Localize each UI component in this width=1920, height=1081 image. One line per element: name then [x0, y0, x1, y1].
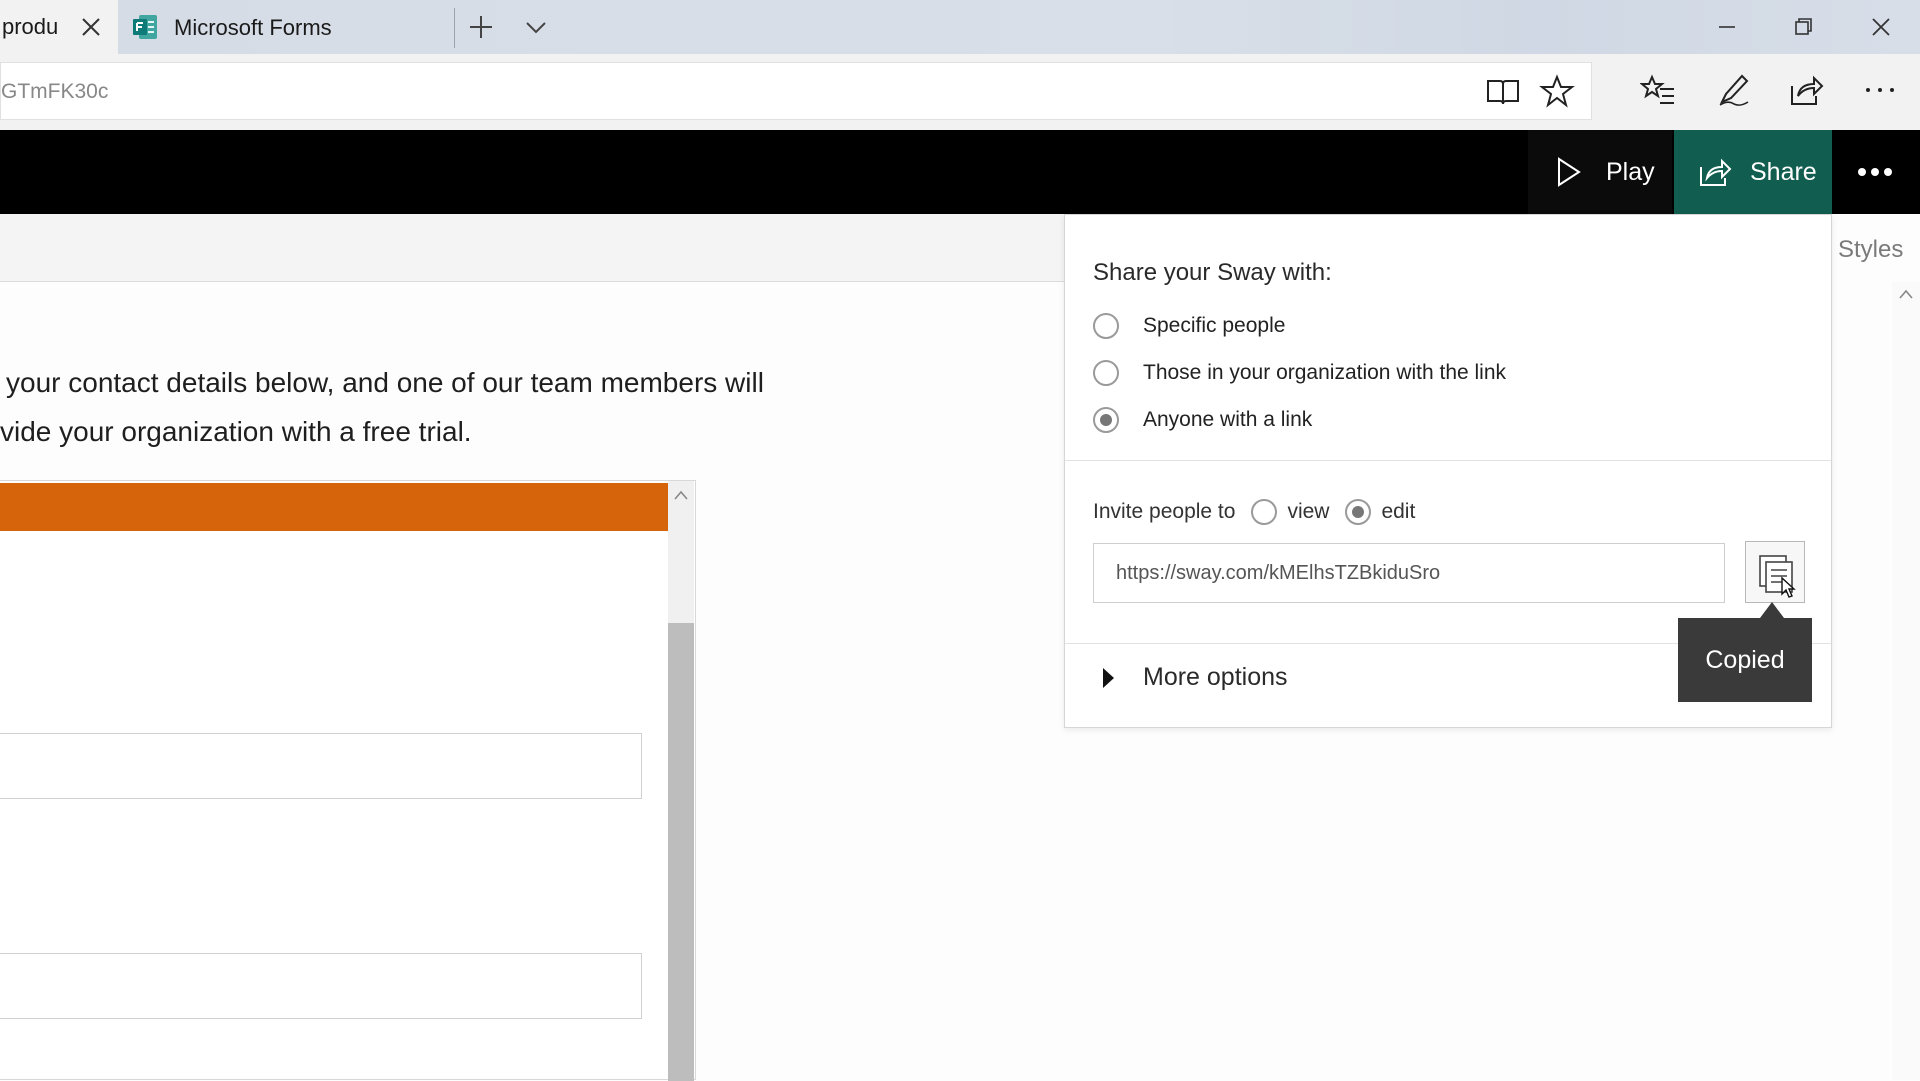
tab-separator	[454, 8, 455, 48]
restore-icon[interactable]	[1788, 12, 1818, 42]
form-text-field[interactable]	[0, 733, 642, 799]
intro-text-line: your contact details below, and one of o…	[6, 367, 764, 398]
share-icon	[1700, 158, 1732, 186]
play-icon	[1558, 157, 1581, 187]
reading-view-icon[interactable]	[1485, 73, 1521, 109]
share-option-label: Those in your organization with the link	[1143, 361, 1507, 384]
plus-icon[interactable]	[466, 12, 496, 42]
share-option-label: Specific people	[1143, 314, 1286, 337]
form-scrollbar[interactable]	[668, 481, 694, 1081]
share-icon[interactable]	[1788, 72, 1824, 108]
share-link-field[interactable]: https://sway.com/kMElhsTZBkiduSro	[1093, 543, 1725, 603]
copy-icon	[1759, 555, 1796, 598]
copy-link-button[interactable]	[1745, 541, 1805, 603]
copied-tooltip: Copied	[1678, 618, 1812, 702]
share-option-specific-people[interactable]: Specific people	[1093, 313, 1285, 339]
share-option-organization-link[interactable]: Those in your organization with the link	[1093, 360, 1506, 386]
share-button[interactable]: Share	[1674, 130, 1832, 214]
invite-label: Invite people to	[1093, 500, 1236, 523]
styles-tab[interactable]: Styles	[1838, 236, 1903, 264]
close-window-icon[interactable]	[1866, 12, 1896, 42]
favorite-star-icon[interactable]	[1539, 73, 1575, 109]
chevron-down-icon[interactable]	[522, 14, 550, 42]
content-subbar	[0, 214, 1066, 282]
more-menu-icon[interactable]	[1862, 72, 1898, 108]
form-text-field[interactable]	[0, 953, 642, 1019]
address-text: GTmFK30c	[1, 80, 109, 103]
divider	[1065, 460, 1831, 461]
web-note-pen-icon[interactable]	[1716, 72, 1752, 108]
play-label: Play	[1606, 157, 1655, 186]
scroll-up-icon[interactable]	[673, 489, 689, 501]
more-options-label: More options	[1143, 663, 1288, 691]
browser-tab-microsoft-forms[interactable]: Microsoft Forms	[120, 0, 454, 54]
caret-right-icon	[1103, 667, 1114, 688]
form-banner	[0, 483, 668, 531]
browser-tab-strip: produ Microsoft Forms	[0, 0, 1920, 54]
sway-toolbar: Play Share	[0, 130, 1920, 214]
browser-tab-active[interactable]: produ	[0, 0, 118, 54]
share-heading: Share your Sway with:	[1093, 259, 1332, 286]
scroll-up-icon[interactable]	[1898, 288, 1914, 300]
favorites-hub-icon[interactable]	[1640, 72, 1676, 108]
view-radio[interactable]	[1251, 499, 1278, 525]
share-option-anyone-link[interactable]: Anyone with a link	[1093, 407, 1312, 433]
tooltip-arrow	[1760, 602, 1784, 618]
more-options-toggle[interactable]: More options	[1101, 663, 1288, 692]
microsoft-forms-icon	[133, 15, 157, 39]
close-icon[interactable]	[78, 14, 104, 40]
radio-button[interactable]	[1093, 313, 1119, 339]
intro-text-line: vide your organization with a free trial…	[0, 416, 472, 447]
radio-button-selected[interactable]	[1093, 407, 1119, 433]
play-button[interactable]: Play	[1528, 130, 1672, 214]
embedded-form	[0, 480, 696, 1081]
view-label[interactable]: view	[1287, 500, 1329, 524]
edit-label[interactable]: edit	[1381, 500, 1415, 524]
invite-permission-row: Invite people to view edit	[1093, 499, 1415, 525]
address-bar-row: GTmFK30c	[0, 54, 1920, 130]
scrollbar-thumb[interactable]	[668, 623, 694, 1081]
more-options-icon[interactable]	[1840, 152, 1910, 192]
address-bar[interactable]: GTmFK30c	[0, 62, 1592, 120]
share-label: Share	[1750, 157, 1817, 186]
minimize-icon[interactable]	[1712, 12, 1742, 42]
page-scrollbar[interactable]	[1892, 282, 1920, 1080]
tab-title: produ	[2, 14, 59, 39]
radio-button[interactable]	[1093, 360, 1119, 386]
share-option-label: Anyone with a link	[1143, 408, 1313, 431]
edit-radio[interactable]	[1345, 499, 1372, 525]
intro-text: your contact details below, and one of o…	[0, 358, 840, 456]
tab-title: Microsoft Forms	[174, 15, 332, 40]
